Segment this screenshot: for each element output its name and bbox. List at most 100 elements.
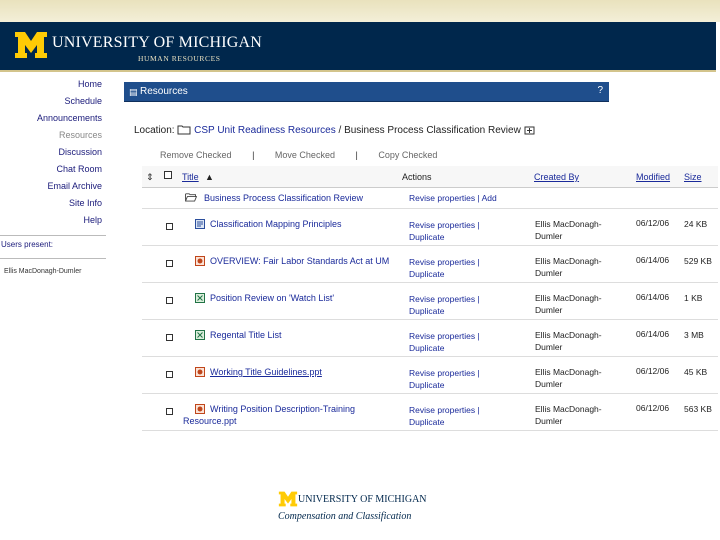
created-by: Ellis MacDonagh- Dumler: [535, 256, 602, 278]
revise-properties-link[interactable]: Revise properties |: [409, 257, 480, 267]
revise-properties-link[interactable]: Revise properties |: [409, 331, 480, 341]
excel-icon: [195, 330, 205, 340]
revise-properties-link[interactable]: Revise properties |: [409, 405, 480, 415]
file-size: 45 KB: [684, 367, 708, 377]
row-checkbox[interactable]: [166, 371, 173, 378]
row-checkbox[interactable]: [166, 297, 173, 304]
file-size: 1 KB: [684, 293, 703, 303]
folder-icon: [177, 125, 191, 135]
resources-icon: ▤: [129, 87, 138, 97]
university-logo: UNIVERSITY OF MICHIGAN HUMAN RESOURCES: [14, 31, 262, 63]
table-row: OVERVIEW: Fair Labor Standards Act at UM…: [142, 246, 718, 283]
help-icon[interactable]: ?: [597, 85, 603, 96]
powerpoint-icon: [195, 256, 205, 266]
modified-date: 06/12/06: [636, 218, 670, 228]
duplicate-link[interactable]: Duplicate: [409, 343, 444, 353]
breadcrumb-folder-link[interactable]: CSP Unit Readiness Resources: [194, 125, 336, 136]
excel-icon: [195, 293, 205, 303]
top-strip: [0, 0, 720, 22]
modified-date: 06/12/06: [636, 366, 670, 376]
resource-title-link[interactable]: Classification Mapping Principles: [210, 218, 402, 230]
size-column-header[interactable]: Size: [684, 172, 702, 182]
folder-row: Business Process Classification Review R…: [142, 188, 718, 209]
duplicate-link[interactable]: Duplicate: [409, 232, 444, 242]
table-row: Classification Mapping Principles Revise…: [142, 209, 718, 246]
open-folder-icon[interactable]: [184, 192, 198, 202]
sort-toggle-icon[interactable]: ⇕: [146, 172, 154, 183]
users-present-label: Users present:: [1, 240, 54, 249]
resource-actions: Revise properties | Duplicate: [409, 367, 529, 391]
sidebar-item-schedule[interactable]: Schedule: [0, 93, 106, 110]
table-row: Regental Title List Revise properties | D…: [142, 320, 718, 357]
breadcrumb: Location: CSP Unit Readiness Resources /…: [134, 124, 535, 136]
row-checkbox[interactable]: [166, 408, 173, 415]
revise-properties-link[interactable]: Revise properties |: [409, 368, 480, 378]
row-checkbox[interactable]: [166, 223, 173, 230]
duplicate-link[interactable]: Duplicate: [409, 417, 444, 427]
word-doc-icon: [195, 219, 205, 229]
actions-column-header: Actions: [402, 172, 432, 182]
folder-add-icon[interactable]: [524, 124, 535, 135]
folder-actions[interactable]: Revise properties | Add: [409, 192, 529, 204]
select-all-checkbox[interactable]: [164, 171, 172, 179]
resource-title-link[interactable]: Regental Title List: [210, 329, 402, 341]
resource-actions: Revise properties | Duplicate: [409, 219, 529, 243]
file-size: 24 KB: [684, 219, 708, 229]
sidebar-item-email-archive[interactable]: Email Archive: [0, 178, 106, 195]
table-row: Working Title Guidelines.ppt Revise prop…: [142, 357, 718, 394]
revise-properties-link[interactable]: Revise properties |: [409, 294, 480, 304]
sidebar-item-help[interactable]: Help: [0, 212, 106, 229]
resource-actions: Revise properties | Duplicate: [409, 293, 529, 317]
sidebar-item-announcements[interactable]: Announcements: [0, 110, 106, 127]
sidebar-item-discussion[interactable]: Discussion: [0, 144, 106, 161]
duplicate-link[interactable]: Duplicate: [409, 306, 444, 316]
footer-university-name: UNIVERSITY OF MICHIGAN: [298, 494, 427, 505]
modified-date: 06/12/06: [636, 403, 670, 413]
sidebar-divider: [0, 258, 106, 259]
resources-title: Resources: [140, 86, 188, 97]
created-by: Ellis MacDonagh- Dumler: [535, 367, 602, 389]
resource-title-link[interactable]: Position Review on 'Watch List': [210, 292, 402, 304]
department-name: HUMAN RESOURCES: [138, 54, 221, 63]
sidebar: Home Schedule Announcements Resources Di…: [0, 76, 106, 229]
resource-title-link[interactable]: Writing Position Description-Training Re…: [183, 403, 375, 427]
copy-checked-button[interactable]: Copy Checked: [378, 150, 437, 160]
block-m-icon: [15, 32, 47, 58]
file-size: 529 KB: [684, 256, 712, 266]
row-checkbox[interactable]: [166, 334, 173, 341]
sidebar-item-home[interactable]: Home: [0, 76, 106, 93]
remove-checked-button[interactable]: Remove Checked: [160, 150, 232, 160]
location-label: Location:: [134, 125, 175, 136]
sidebar-item-chat-room[interactable]: Chat Room: [0, 161, 106, 178]
row-checkbox[interactable]: [166, 260, 173, 267]
created-by-column-header[interactable]: Created By: [534, 172, 579, 182]
resources-title-bar: ▤ Resources ?: [124, 82, 609, 102]
table-row: Writing Position Description-Training Re…: [142, 394, 718, 431]
resource-actions: Revise properties | Duplicate: [409, 330, 529, 354]
modified-date: 06/14/06: [636, 255, 670, 265]
resource-actions: Revise properties | Duplicate: [409, 256, 529, 280]
folder-title-link[interactable]: Business Process Classification Review: [204, 192, 396, 204]
duplicate-link[interactable]: Duplicate: [409, 269, 444, 279]
sidebar-item-resources[interactable]: Resources: [0, 127, 106, 144]
resource-title-link[interactable]: OVERVIEW: Fair Labor Standards Act at UM: [210, 255, 402, 267]
created-by: Ellis MacDonagh- Dumler: [535, 219, 602, 241]
toolbar-separator: |: [252, 150, 255, 160]
modified-column-header[interactable]: Modified: [636, 172, 670, 182]
breadcrumb-current: Business Process Classification Review: [344, 125, 521, 136]
created-by: Ellis MacDonagh- Dumler: [535, 404, 602, 426]
file-size: 563 KB: [684, 404, 712, 414]
footer-logo: UNIVERSITY OF MICHIGAN Compensation and …: [278, 491, 427, 522]
title-column-header[interactable]: Title: [182, 172, 199, 182]
breadcrumb-separator: /: [338, 125, 342, 136]
powerpoint-icon: [195, 367, 205, 377]
move-checked-button[interactable]: Move Checked: [275, 150, 335, 160]
resource-title-link[interactable]: Working Title Guidelines.ppt: [210, 366, 402, 378]
resource-actions: Revise properties | Duplicate: [409, 404, 529, 428]
toolbar-separator: |: [355, 150, 358, 160]
duplicate-link[interactable]: Duplicate: [409, 380, 444, 390]
university-name: UNIVERSITY OF MICHIGAN: [52, 34, 263, 51]
present-user: Ellis MacDonagh-Dumler: [4, 268, 82, 275]
revise-properties-link[interactable]: Revise properties |: [409, 220, 480, 230]
sidebar-item-site-info[interactable]: Site Info: [0, 195, 106, 212]
